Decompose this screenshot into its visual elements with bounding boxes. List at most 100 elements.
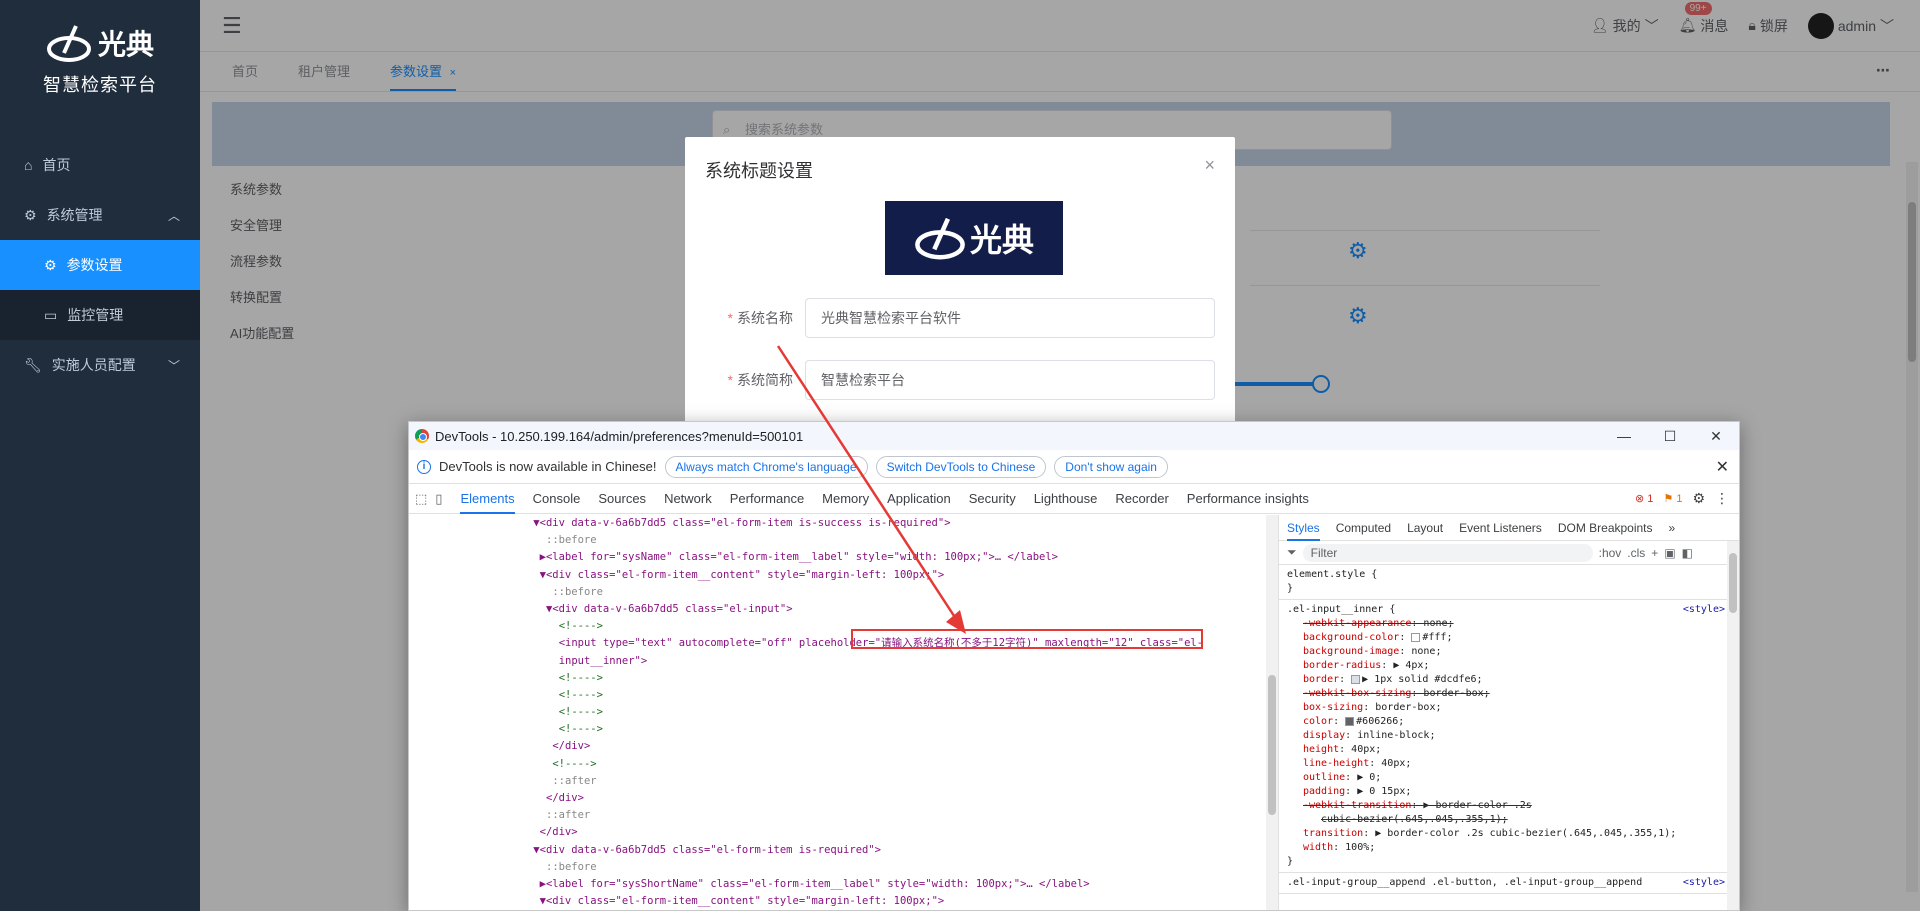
dom-node-line[interactable]: ::after	[409, 807, 1278, 824]
css-property[interactable]: border: ▶ 1px solid #dcdfe6;	[1287, 673, 1731, 687]
color-swatch[interactable]	[1351, 674, 1361, 684]
dom-node-line[interactable]: ▼<div data-v-6a6b7dd5 class="el-input">	[409, 601, 1278, 618]
devtools-tab-memory[interactable]: Memory	[822, 484, 869, 514]
css-property[interactable]: -webkit-appearance: none;	[1287, 617, 1731, 631]
css-property-value[interactable]: cubic-bezier(.645,.045,.355,1);	[1321, 814, 1508, 825]
css-property-name[interactable]: line-height	[1303, 758, 1369, 769]
css-property-value[interactable]: #606266;	[1356, 716, 1404, 727]
element-style-selector[interactable]: element.style {	[1287, 568, 1731, 582]
styles-scrollbar[interactable]	[1727, 541, 1739, 910]
devtools-tab-security[interactable]: Security	[969, 484, 1016, 514]
device-toolbar-icon[interactable]: ▯	[435, 491, 442, 507]
dom-node-line[interactable]: <!---->	[409, 704, 1278, 721]
css-property-value[interactable]: inline-block;	[1357, 730, 1435, 741]
css-property[interactable]: transition: ▶ border-color .2s cubic-bez…	[1287, 827, 1731, 841]
dom-node-line[interactable]: </div>	[409, 824, 1278, 841]
css-property-name[interactable]: transition	[1303, 828, 1363, 839]
css-property-value[interactable]: 40px;	[1381, 758, 1411, 769]
css-property[interactable]: cubic-bezier(.645,.045,.355,1);	[1287, 813, 1731, 827]
rule-source-link[interactable]: <style>	[1683, 876, 1725, 890]
inspect-element-icon[interactable]: ⬚	[415, 491, 427, 507]
css-property-name[interactable]: border	[1303, 674, 1339, 685]
css-property-value[interactable]: ▶ border-color .2s	[1423, 800, 1531, 811]
warning-count[interactable]: ⚑ 1	[1663, 492, 1682, 505]
dom-node-line[interactable]: <!---->	[409, 756, 1278, 773]
more-tabs-icon[interactable]: »	[1669, 521, 1676, 535]
devtools-tab-recorder[interactable]: Recorder	[1115, 484, 1168, 514]
dom-node-line[interactable]: ▼<div class="el-form-item__content" styl…	[409, 893, 1278, 910]
css-property[interactable]: width: 100%;	[1287, 841, 1731, 855]
dom-node-line[interactable]: <!---->	[409, 670, 1278, 687]
css-property-name[interactable]: -webkit-box-sizing	[1303, 688, 1411, 699]
scrollbar-thumb[interactable]	[1268, 675, 1276, 815]
devtools-tab-application[interactable]: Application	[887, 484, 951, 514]
css-property-value[interactable]: border-box;	[1423, 688, 1489, 699]
css-property[interactable]: border-radius: ▶ 4px;	[1287, 659, 1731, 673]
css-property-value[interactable]: ▶ 0 15px;	[1357, 786, 1411, 797]
rule-selector[interactable]: .el-input-group__append .el-button, .el-…	[1287, 876, 1731, 890]
dom-node-line[interactable]: input__inner">	[409, 653, 1278, 670]
dom-node-line[interactable]: </div>	[409, 790, 1278, 807]
sidebar-item-monitor[interactable]: ▭ 监控管理	[0, 290, 200, 340]
close-icon[interactable]: ✕	[1693, 428, 1739, 445]
css-property-value[interactable]: ▶ 4px;	[1393, 660, 1429, 671]
dom-node-line[interactable]: ▼<div class="el-form-item__content" styl…	[409, 567, 1278, 584]
devtools-tab-performance[interactable]: Performance	[730, 484, 804, 514]
css-property[interactable]: display: inline-block;	[1287, 729, 1731, 743]
devtools-tab-console[interactable]: Console	[533, 484, 581, 514]
dont-show-again-button[interactable]: Don't show again	[1054, 455, 1168, 478]
css-property-value[interactable]: none;	[1411, 646, 1441, 657]
dom-node-line[interactable]: </div>	[409, 738, 1278, 755]
devtools-tab-network[interactable]: Network	[664, 484, 712, 514]
system-logo[interactable]: 光典	[885, 201, 1063, 275]
match-language-button[interactable]: Always match Chrome's language	[664, 455, 868, 478]
css-property[interactable]: padding: ▶ 0 15px;	[1287, 785, 1731, 799]
css-property-name[interactable]: box-sizing	[1303, 702, 1363, 713]
dom-node-line[interactable]: ::after	[409, 773, 1278, 790]
paint-icon[interactable]: ▣	[1664, 546, 1675, 560]
css-property-value[interactable]: 100%;	[1345, 842, 1375, 853]
dom-node-line[interactable]: ::before	[409, 532, 1278, 549]
sidebar-item-system[interactable]: ⚙ 系统管理 ︿	[0, 190, 200, 240]
system-short-name-input[interactable]: 智慧检索平台	[805, 360, 1215, 400]
close-icon[interactable]: ✕	[1716, 457, 1729, 477]
css-property[interactable]: -webkit-transition: ▶ border-color .2s	[1287, 799, 1731, 813]
dom-node-line[interactable]: <!---->	[409, 721, 1278, 738]
add-rule-icon[interactable]: +	[1651, 546, 1658, 560]
css-property[interactable]: line-height: 40px;	[1287, 757, 1731, 771]
rule-source-link[interactable]: <style>	[1683, 603, 1725, 617]
css-property-name[interactable]: color	[1303, 716, 1333, 727]
css-property-name[interactable]: border-radius	[1303, 660, 1381, 671]
styles-tab-layout[interactable]: Layout	[1407, 521, 1443, 535]
css-property-value[interactable]: ▶ 1px solid #dcdfe6;	[1362, 674, 1482, 685]
devtools-tab-sources[interactable]: Sources	[598, 484, 646, 514]
devtools-tab-elements[interactable]: Elements	[460, 484, 515, 514]
css-property-name[interactable]: -webkit-appearance	[1303, 618, 1411, 629]
css-property-name[interactable]: width	[1303, 842, 1333, 853]
css-property-value[interactable]: none;	[1423, 618, 1453, 629]
css-property-name[interactable]: -webkit-transition	[1303, 800, 1411, 811]
maximize-icon[interactable]: ☐	[1647, 428, 1693, 445]
hov-toggle[interactable]: :hov	[1599, 546, 1622, 560]
css-property[interactable]: background-color: #fff;	[1287, 631, 1731, 645]
dom-node-line[interactable]: ▶<label for="sysName" class="el-form-ite…	[409, 549, 1278, 566]
css-property-value[interactable]: ▶ border-color .2s cubic-bezier(.645,.04…	[1375, 828, 1676, 839]
css-property[interactable]: background-image: none;	[1287, 645, 1731, 659]
error-count[interactable]: ⊗ 1	[1635, 492, 1653, 505]
dom-node-line[interactable]: ::before	[409, 859, 1278, 876]
styles-tab-event-listeners[interactable]: Event Listeners	[1459, 521, 1542, 535]
css-property[interactable]: height: 40px;	[1287, 743, 1731, 757]
devtools-tab-performance-insights[interactable]: Performance insights	[1187, 484, 1309, 514]
css-property-value[interactable]: #fff;	[1422, 632, 1452, 643]
close-icon[interactable]: ×	[1204, 155, 1215, 176]
css-property[interactable]: outline: ▶ 0;	[1287, 771, 1731, 785]
css-property[interactable]: -webkit-box-sizing: border-box;	[1287, 687, 1731, 701]
dom-node-line[interactable]: ▼<div data-v-6a6b7dd5 class="el-form-ite…	[409, 842, 1278, 859]
css-property-name[interactable]: background-image	[1303, 646, 1399, 657]
styles-tab-styles[interactable]: Styles	[1287, 515, 1320, 541]
dom-node-line[interactable]: <!---->	[409, 687, 1278, 704]
dom-node-line[interactable]: ::before	[409, 584, 1278, 601]
styles-tab-computed[interactable]: Computed	[1336, 521, 1391, 535]
sidebar-item-params[interactable]: ⚙ 参数设置	[0, 240, 200, 290]
minimize-icon[interactable]: —	[1601, 428, 1647, 445]
